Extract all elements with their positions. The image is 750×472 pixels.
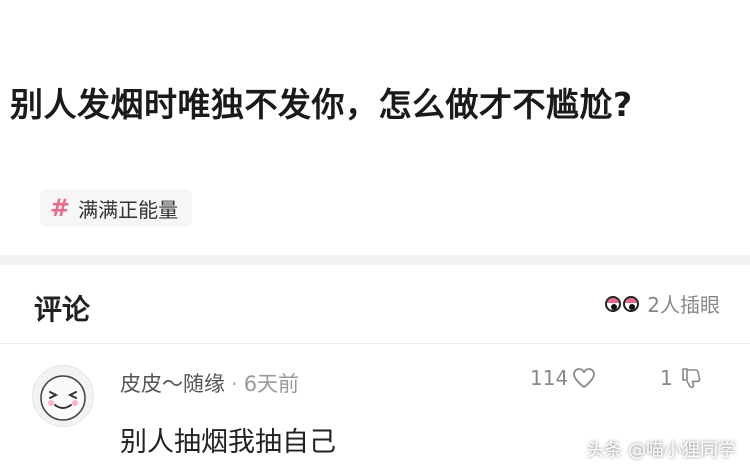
post-question: 别人发烟时唯独不发你，怎么做才不尴尬? [10,85,633,124]
topic-tag[interactable]: # 满满正能量 [40,189,193,227]
section-divider [0,255,750,265]
reply-button[interactable]: 1 [660,366,703,390]
meta-separator: · [231,372,238,396]
avatar[interactable] [32,365,94,427]
peek-count-label: 2人插眼 [647,293,720,317]
peeking-eyes-icon [605,295,640,312]
watermark: 头条 @喵小狸同学 [586,440,736,461]
peek-counter[interactable]: 2人插眼 [605,289,720,318]
comments-title: 评论 [34,293,91,326]
comment-text: 别人抽烟我抽自己 [120,427,336,458]
reply-count: 1 [660,366,673,390]
heart-icon [573,368,596,389]
like-button[interactable]: 114 [530,366,596,390]
topic-tag-label: 满满正能量 [78,197,179,222]
comment-meta: 皮皮〜随缘 · 6天前 [120,368,299,398]
smiley-face-avatar-icon [40,375,86,421]
comment-username[interactable]: 皮皮〜随缘 [120,372,225,396]
like-count: 114 [530,366,569,390]
thumbs-down-icon [681,368,701,389]
hashtag-icon: # [50,194,71,222]
comments-separator [0,343,750,344]
comment-time: 6天前 [243,372,300,396]
